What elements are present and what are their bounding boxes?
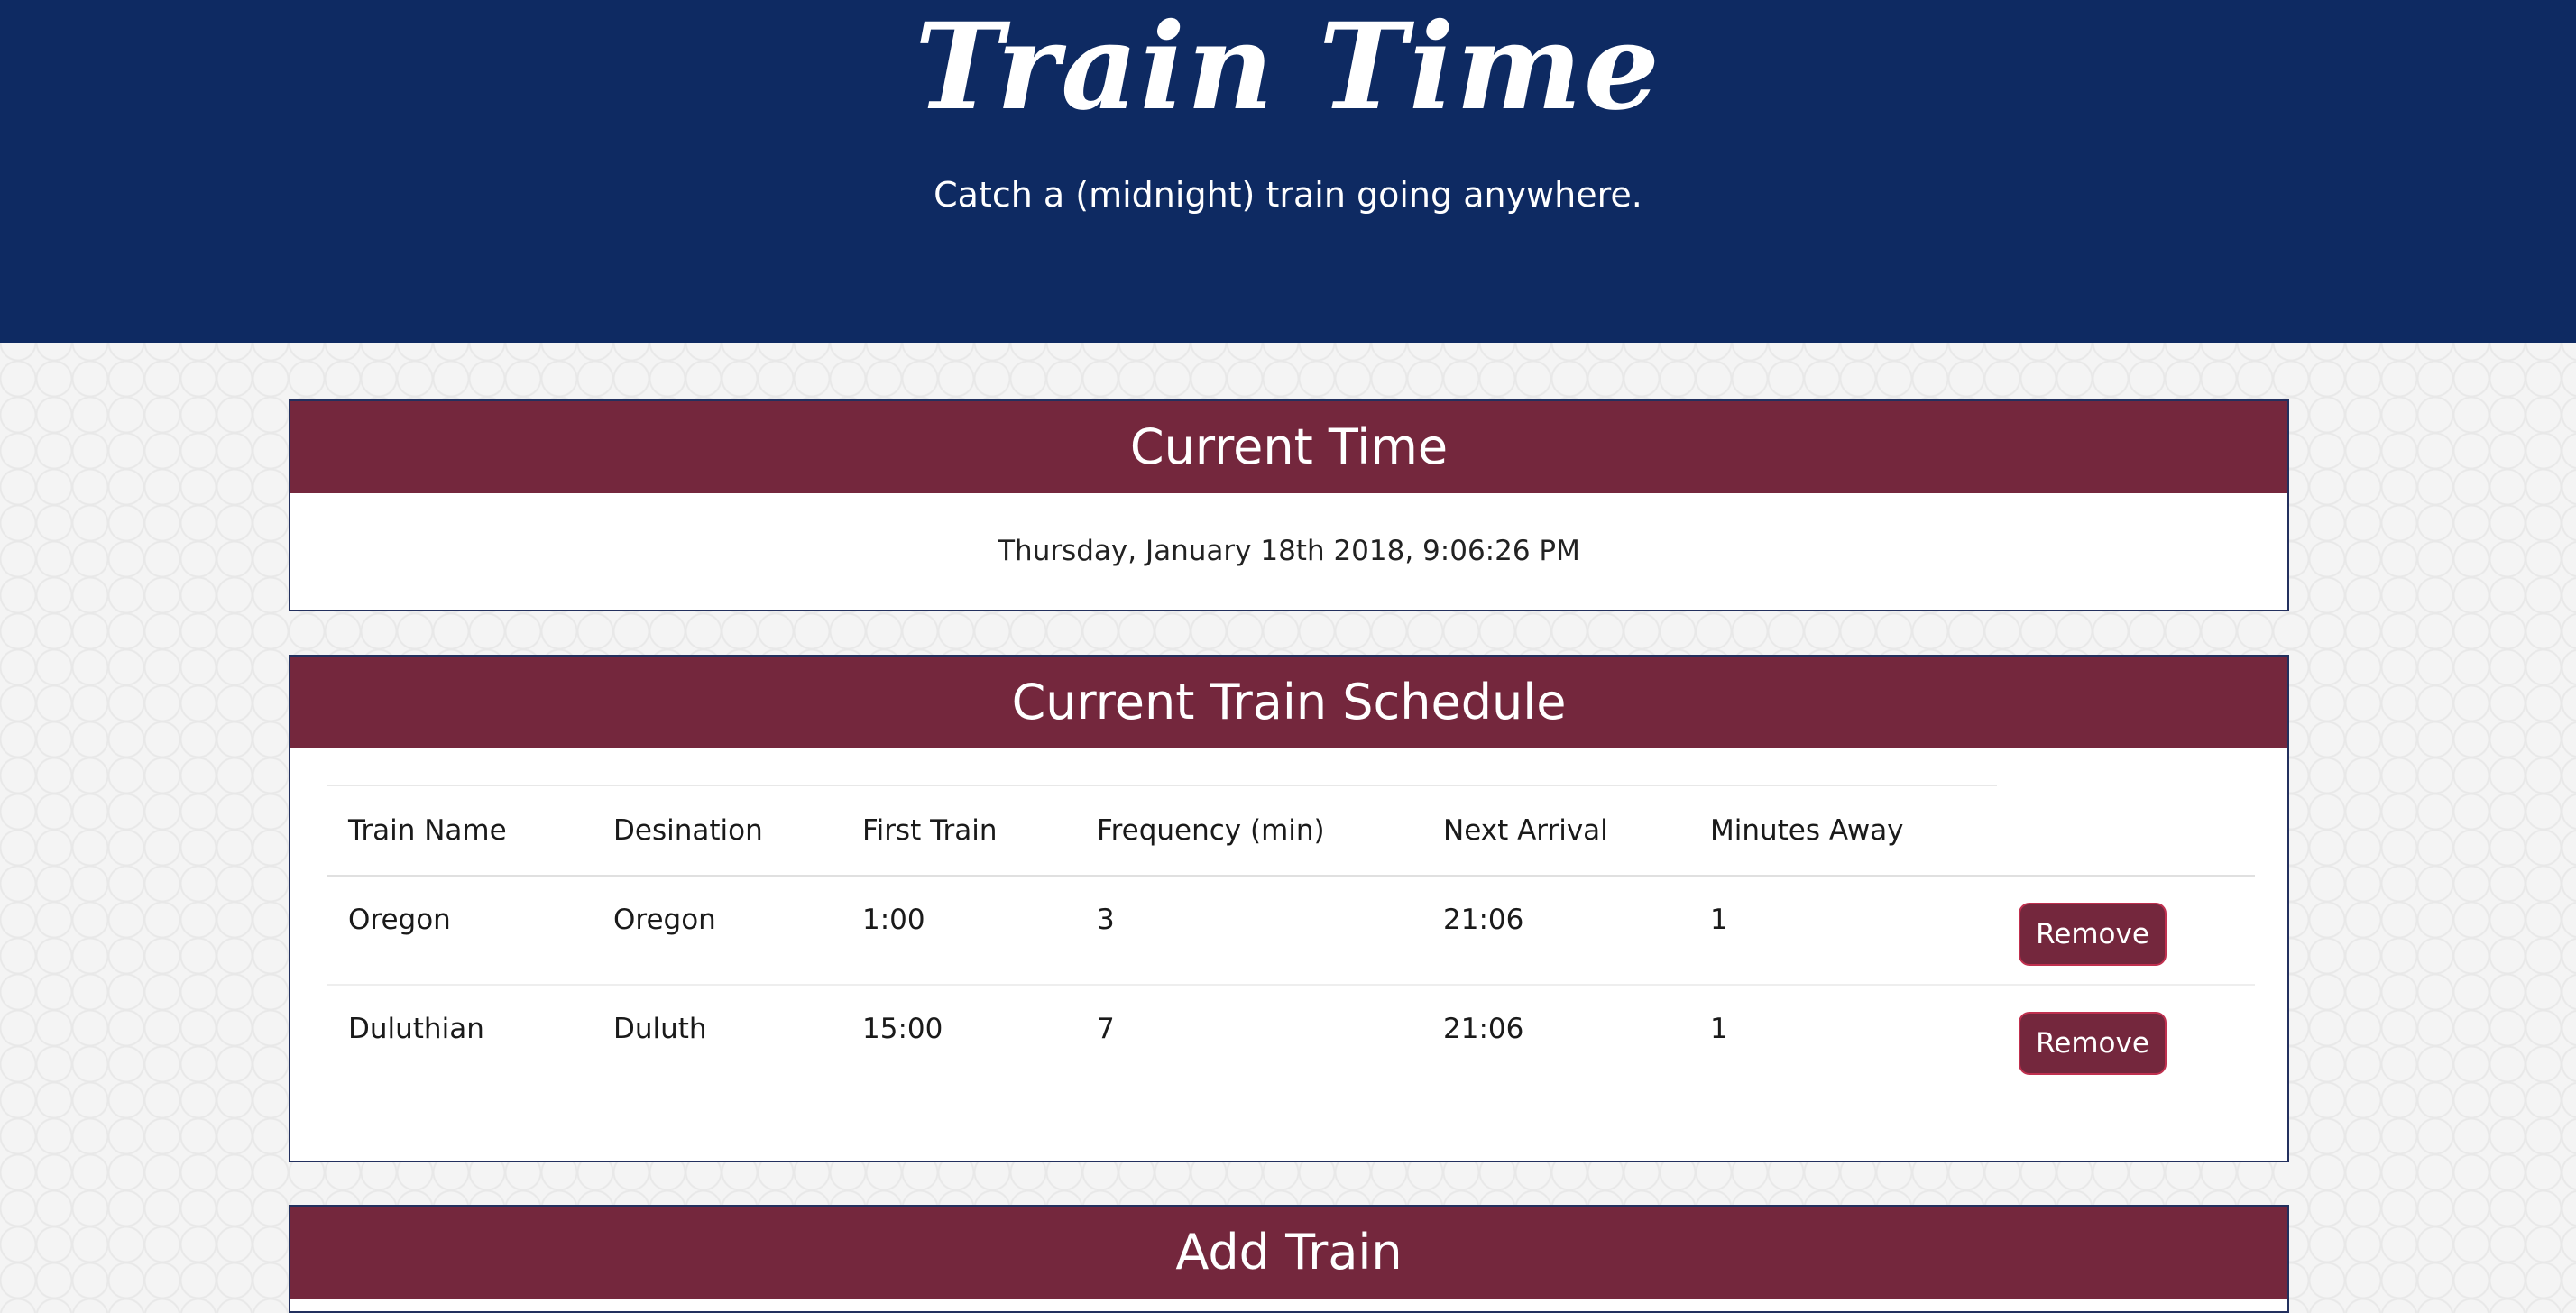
cell-minutes-away: 1 xyxy=(1688,876,1997,986)
column-header-minutes-away: Minutes Away xyxy=(1688,785,1997,877)
cell-destination: Oregon xyxy=(592,876,841,986)
site-subtitle: Catch a (midnight) train going anywhere. xyxy=(934,175,1642,215)
cell-train-name: Oregon xyxy=(327,876,592,986)
current-time-panel: Current Time Thursday, January 18th 2018… xyxy=(289,399,2289,611)
train-schedule-panel: Current Train Schedule Train Name Desina… xyxy=(289,655,2289,1162)
cell-first-train: 15:00 xyxy=(862,1013,943,1045)
cell-actions: Remove xyxy=(1997,876,2255,986)
column-header-train-name: Train Name xyxy=(327,785,592,877)
cell-actions: Remove xyxy=(1997,985,2255,1094)
column-header-first-train: First Train xyxy=(841,785,1075,877)
cell-next-arrival: 21:06 xyxy=(1421,876,1688,986)
cell-minutes-away: 1 xyxy=(1710,1013,1728,1045)
cell-destination: Duluth xyxy=(613,1013,707,1045)
site-title: Train Time xyxy=(915,0,1661,137)
column-header-next-arrival: Next Arrival xyxy=(1421,785,1688,877)
add-train-panel: Add Train xyxy=(289,1205,2289,1313)
cell-frequency: 7 xyxy=(1097,1013,1115,1045)
remove-button[interactable]: Remove xyxy=(2019,1012,2167,1075)
table-row: Duluthian Duluth 15:00 7 21:06 1 Remove xyxy=(327,985,2255,1094)
column-header-destination: Desination xyxy=(592,785,841,877)
train-schedule-table: Train Name Desination First Train Freque… xyxy=(327,785,2255,1094)
table-header-row: Train Name Desination First Train Freque… xyxy=(327,785,2255,877)
table-row: Oregon Oregon 1:00 3 21:06 1 Remove xyxy=(327,876,2255,986)
add-train-heading: Add Train xyxy=(290,1207,2287,1299)
current-time-heading: Current Time xyxy=(290,401,2287,493)
current-time-value: Thursday, January 18th 2018, 9:06:26 PM xyxy=(998,535,1580,567)
remove-button[interactable]: Remove xyxy=(2019,903,2167,966)
site-header: Train Time Catch a (midnight) train goin… xyxy=(0,0,2576,343)
cell-frequency: 3 xyxy=(1075,876,1421,986)
column-header-actions xyxy=(1997,785,2255,877)
cell-next-arrival: 21:06 xyxy=(1443,1013,1524,1045)
train-schedule-heading: Current Train Schedule xyxy=(290,656,2287,748)
cell-train-name: Duluthian xyxy=(348,1013,484,1045)
column-header-frequency: Frequency (min) xyxy=(1075,785,1421,877)
cell-first-train: 1:00 xyxy=(841,876,1075,986)
